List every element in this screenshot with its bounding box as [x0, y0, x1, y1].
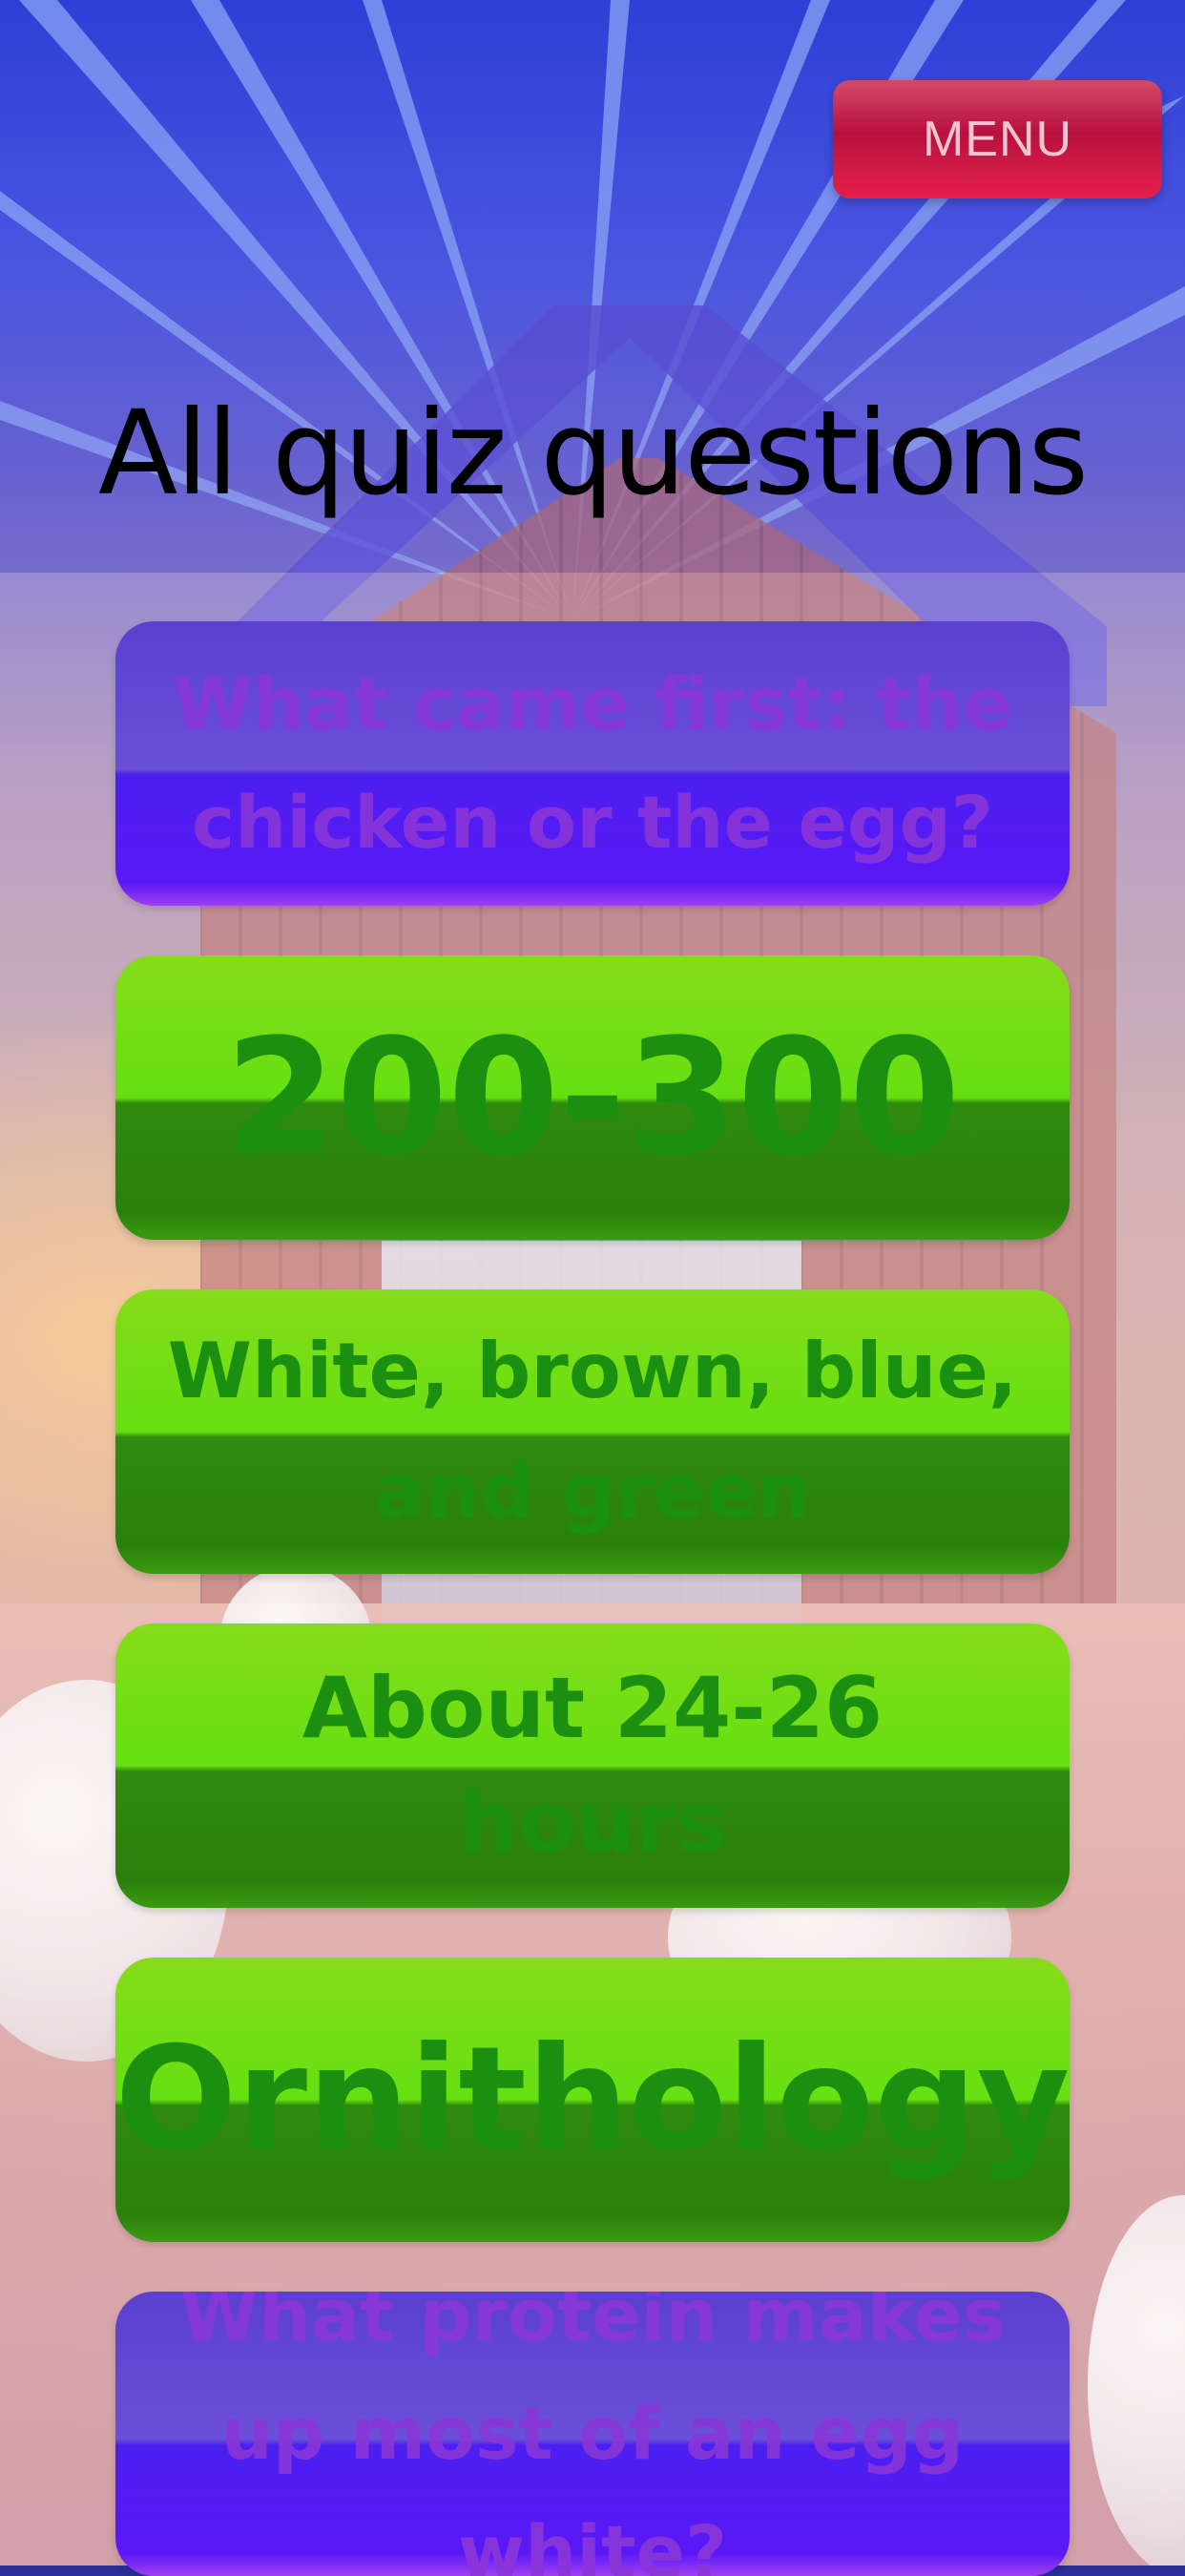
question-card[interactable]: What protein makes up most of an egg whi…	[115, 2292, 1070, 2576]
answer-card[interactable]: 200-300	[115, 955, 1070, 1240]
answer-card[interactable]: White, brown, blue, and green	[115, 1289, 1070, 1574]
question-card-text: What came first: the chicken or the egg?	[173, 661, 1012, 865]
answer-card[interactable]: Ornithology	[115, 1958, 1070, 2242]
answer-card-text: White, brown, blue, and green	[167, 1327, 1018, 1536]
answer-card-text: Ornithology	[115, 2017, 1070, 2183]
menu-button[interactable]: MENU	[833, 80, 1162, 199]
answer-card-text: 200-300	[224, 1004, 961, 1191]
question-card-text: What protein makes up most of an egg whi…	[178, 2292, 1007, 2576]
question-card[interactable]: What came first: the chicken or the egg?	[115, 621, 1070, 906]
answer-card[interactable]: About 24-26 hours	[115, 1623, 1070, 1908]
page-title: All quiz questions	[97, 386, 1089, 521]
answer-card-text: About 24-26 hours	[301, 1659, 884, 1872]
